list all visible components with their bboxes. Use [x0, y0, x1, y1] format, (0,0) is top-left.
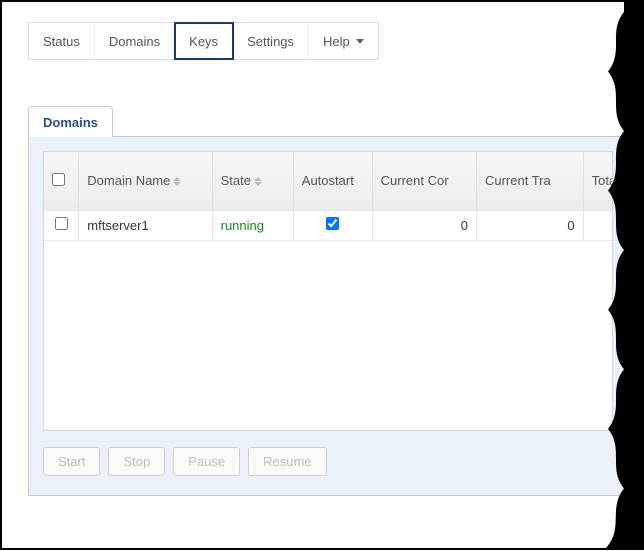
cell-total-connections: 54 — [583, 210, 613, 240]
col-total-connections[interactable]: Total Conne — [583, 152, 613, 210]
tab-domains[interactable]: Domains — [28, 106, 113, 137]
tab-strip: Domains — [28, 106, 628, 136]
row-select-cell[interactable] — [44, 210, 79, 240]
sort-icon — [173, 177, 181, 186]
nav-label: Help — [323, 34, 350, 49]
nav-settings[interactable]: Settings — [233, 23, 309, 59]
cell-current-transfers: 0 — [476, 210, 583, 240]
col-label: Current Tra — [485, 173, 551, 188]
nav-label: Status — [43, 34, 80, 49]
nav-help[interactable]: Help — [309, 23, 378, 59]
col-label: Current Cor — [381, 173, 449, 188]
nav-label: Keys — [189, 34, 218, 49]
nav-status[interactable]: Status — [29, 23, 95, 59]
col-current-connections[interactable]: Current Cor — [372, 152, 476, 210]
cell-state: running — [212, 210, 293, 240]
col-label: Total Conne — [592, 173, 613, 188]
sort-icon — [254, 177, 262, 186]
col-state[interactable]: State — [212, 152, 293, 210]
col-label: Domain Name — [87, 173, 170, 188]
resume-button[interactable]: Resume — [248, 447, 326, 476]
stop-button[interactable]: Stop — [108, 447, 165, 476]
button-label: Resume — [263, 454, 311, 469]
row-checkbox[interactable] — [55, 217, 68, 230]
select-all-header[interactable] — [44, 152, 79, 210]
domains-grid: Domain Name State Autostart Current Cor … — [43, 151, 613, 431]
table-row[interactable]: mftserver1 running 0 0 54 105.87 KiB — [44, 210, 613, 240]
button-label: Start — [58, 454, 85, 469]
start-button[interactable]: Start — [43, 447, 100, 476]
pause-button[interactable]: Pause — [173, 447, 240, 476]
cell-autostart[interactable] — [293, 210, 372, 240]
top-navbar: Status Domains Keys Settings Help — [28, 22, 379, 60]
col-autostart[interactable]: Autostart — [293, 152, 372, 210]
action-bar: Start Stop Pause Resume — [43, 447, 613, 476]
select-all-checkbox[interactable] — [52, 173, 65, 186]
nav-keys[interactable]: Keys — [175, 23, 233, 59]
button-label: Stop — [123, 454, 150, 469]
tab-label: Domains — [43, 115, 98, 130]
cell-current-connections: 0 — [372, 210, 476, 240]
button-label: Pause — [188, 454, 225, 469]
nav-label: Settings — [247, 34, 294, 49]
cell-domain-name: mftserver1 — [79, 210, 212, 240]
col-label: Autostart — [302, 173, 354, 188]
nav-domains[interactable]: Domains — [95, 23, 175, 59]
nav-label: Domains — [109, 34, 160, 49]
col-current-transfers[interactable]: Current Tra — [476, 152, 583, 210]
col-label: State — [221, 173, 251, 188]
autostart-checkbox[interactable] — [326, 217, 339, 230]
tab-panel: Domain Name State Autostart Current Cor … — [28, 136, 628, 496]
caret-down-icon — [356, 39, 364, 44]
col-domain-name[interactable]: Domain Name — [79, 152, 212, 210]
